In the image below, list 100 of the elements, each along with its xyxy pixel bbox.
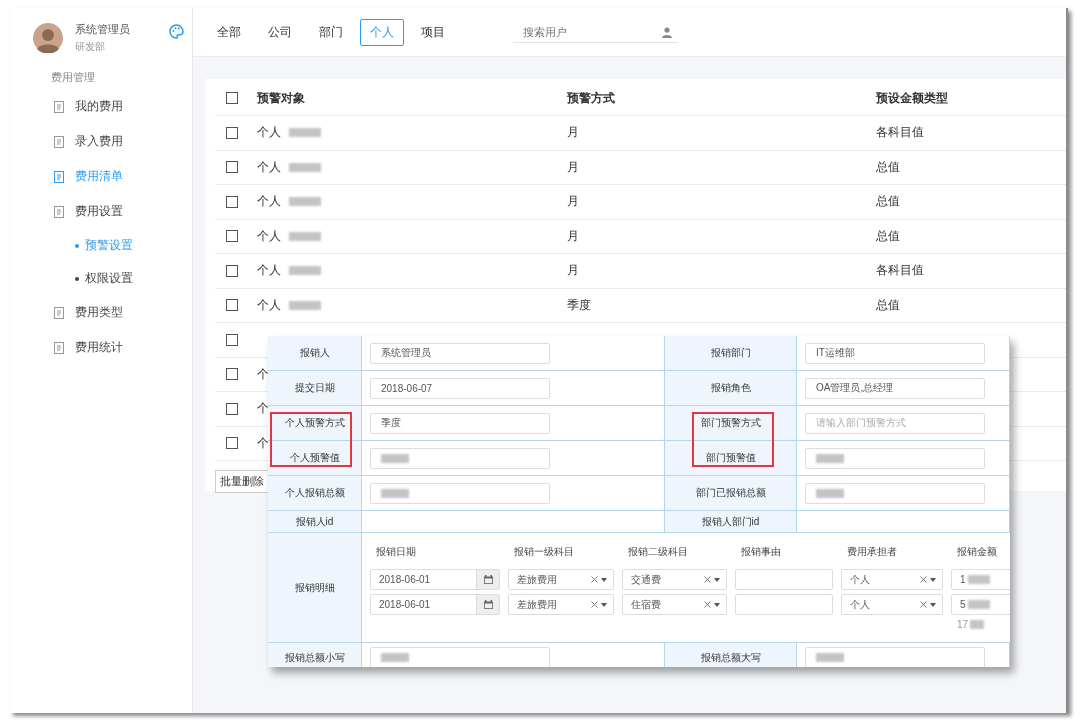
checkbox[interactable] (226, 92, 238, 104)
date-field[interactable]: 2018-06-01 (370, 569, 500, 590)
input-field[interactable]: 2018-06-07 (370, 377, 550, 399)
table-cell: 个人 (257, 193, 281, 211)
clear-icon (591, 601, 598, 608)
avatar-icon (33, 23, 63, 53)
checkbox[interactable] (226, 126, 238, 139)
checkbox[interactable] (226, 230, 238, 243)
total-text: 17 (957, 619, 969, 630)
document-icon (54, 170, 64, 183)
checkbox[interactable] (226, 195, 238, 208)
input-field[interactable] (370, 482, 550, 504)
table-cell-text: 月 (567, 262, 580, 280)
sidebar-item[interactable]: 费用类型 (10, 295, 192, 330)
filter-tab[interactable]: 全部 (207, 18, 251, 46)
document-icon (54, 135, 64, 148)
date-field[interactable]: 2018-06-01 (370, 594, 500, 615)
input-field[interactable]: OA管理员,总经理 (805, 377, 985, 399)
field-label: 报销总额大写 (665, 643, 797, 667)
checkbox[interactable] (226, 264, 238, 277)
input-field[interactable] (805, 647, 985, 667)
table-cell: 个 (257, 365, 269, 383)
filter-tab[interactable]: 公司 (258, 18, 302, 46)
field-label: 部门预警值 (665, 441, 797, 476)
document-icon (54, 205, 64, 218)
table-cell-text: 总值 (876, 193, 901, 211)
field-label: 报销明细 (268, 533, 362, 643)
field-label: 报销部门 (665, 336, 797, 371)
input-field[interactable] (805, 482, 985, 504)
select-field[interactable]: 交通费 (622, 569, 727, 590)
sidebar-item[interactable]: 录入费用 (10, 124, 192, 159)
amount-field[interactable]: 1 (951, 569, 1010, 590)
palette-icon[interactable] (169, 24, 184, 39)
checkbox[interactable] (226, 437, 238, 450)
table-cell: 个人 (257, 296, 281, 314)
table-cell: 个 (257, 400, 269, 418)
field-label: 提交日期 (268, 371, 362, 406)
checkbox[interactable] (226, 161, 238, 174)
caret-icon (714, 577, 720, 582)
select-field[interactable]: 差旅费用 (508, 594, 614, 615)
document-icon (54, 306, 64, 319)
user-department: 研发部 (75, 40, 106, 54)
field-label: 个人预警方式 (268, 406, 362, 441)
field-label: 报销人id (268, 511, 362, 533)
sidebar-item[interactable]: 费用设置 (10, 194, 192, 229)
checkbox[interactable] (226, 368, 238, 381)
input-field[interactable] (805, 447, 985, 469)
amount-field[interactable]: 5 (951, 594, 1010, 615)
column-header: 报销日期 (375, 545, 417, 559)
filter-tab[interactable]: 部门 (309, 18, 353, 46)
caret-icon (714, 602, 720, 607)
input-field[interactable] (735, 569, 833, 590)
input-field[interactable]: 季度 (370, 412, 550, 434)
table-cell-text: 总值 (876, 158, 901, 176)
clear-icon (920, 601, 927, 608)
column-header: 预警方式 (567, 89, 616, 107)
column-header: 费用承担者 (846, 545, 898, 559)
select-field[interactable]: 住宿费 (622, 594, 727, 615)
sidebar-item[interactable]: 费用统计 (10, 330, 192, 365)
checkbox[interactable] (226, 333, 238, 346)
table-cell-text: 总值 (876, 227, 901, 245)
input-field[interactable]: 系统管理员 (370, 342, 550, 364)
table-cell-text: 月 (567, 124, 580, 142)
column-header: 报销二级科目 (627, 545, 689, 559)
select-field[interactable]: 差旅费用 (508, 569, 614, 590)
table-cell: 个人 (257, 227, 281, 245)
table-cell-text: 月 (567, 158, 580, 176)
document-icon (54, 341, 64, 354)
batch-delete-button[interactable]: 批量删除 (215, 470, 269, 493)
clear-icon (704, 576, 711, 583)
user-name: 系统管理员 (75, 22, 130, 37)
document-icon (54, 100, 64, 113)
table-cell: 个人 (257, 158, 281, 176)
checkbox[interactable] (226, 402, 238, 415)
table-cell-text: 总值 (876, 296, 901, 314)
table-cell: 个 (257, 434, 269, 452)
column-header: 报销事由 (740, 545, 782, 559)
field-label: 个人预警值 (268, 441, 362, 476)
calendar-icon (483, 600, 493, 609)
input-field[interactable] (370, 647, 550, 667)
calendar-icon (483, 575, 493, 584)
clear-icon (920, 576, 927, 583)
table-cell-text: 各科目值 (876, 124, 925, 142)
sidebar-item[interactable]: 我的费用 (10, 89, 192, 124)
field-label: 报销人 (268, 336, 362, 371)
field-label: 部门已报销总额 (665, 476, 797, 511)
table-cell-text: 月 (567, 193, 580, 211)
input-field[interactable]: IT运维部 (805, 342, 985, 364)
select-field[interactable]: 个人 (841, 569, 943, 590)
input-field[interactable] (370, 447, 550, 469)
checkbox[interactable] (226, 299, 238, 312)
field-label: 个人报销总额 (268, 476, 362, 511)
select-field[interactable]: 个人 (841, 594, 943, 615)
column-header: 报销金额 (956, 545, 998, 559)
sidebar-subitem[interactable]: 权限设置 (10, 262, 192, 295)
filter-tab[interactable]: 项目 (411, 18, 455, 46)
clear-icon (704, 601, 711, 608)
field-label: 报销人部门id (665, 511, 797, 533)
input-field[interactable] (735, 594, 833, 615)
caret-icon (601, 602, 607, 607)
